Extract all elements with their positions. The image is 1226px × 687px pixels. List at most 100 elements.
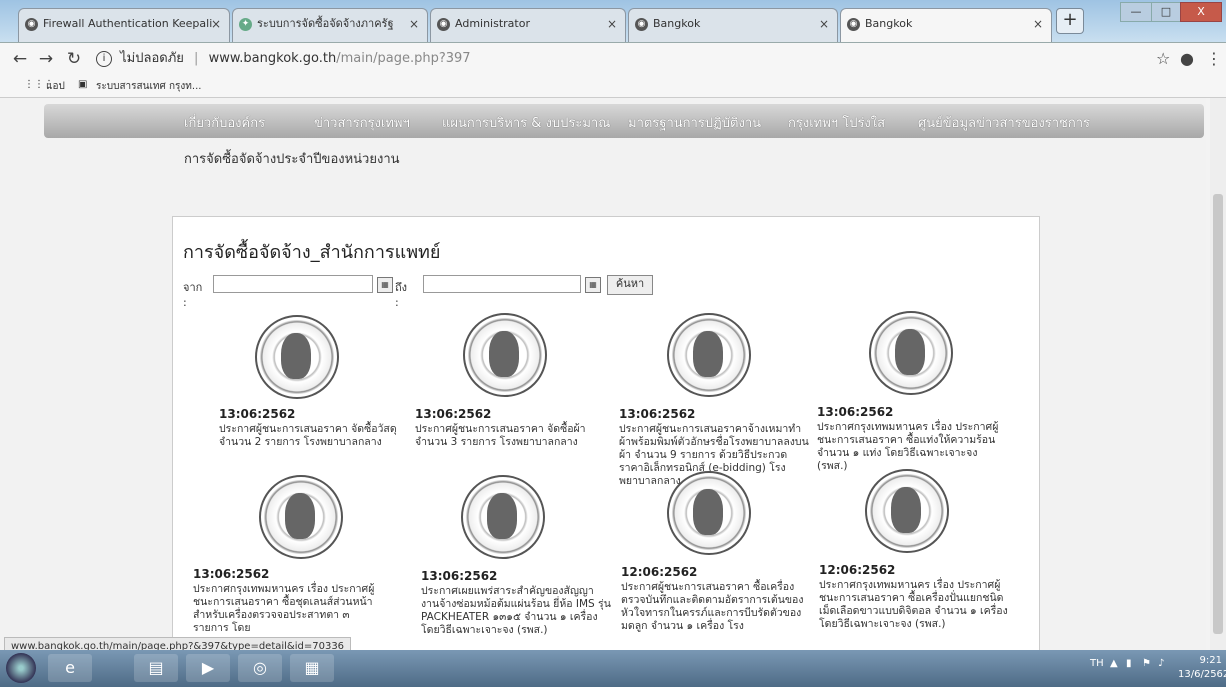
network-icon[interactable]: ▮: [1126, 658, 1132, 669]
main-navigation: เกี่ยวกับองค์กร ข่าวสารกรุงเทพฯ แผนการบร…: [44, 104, 1204, 138]
nav-transparency[interactable]: กรุงเทพฯ โปร่งใส: [788, 112, 885, 133]
address-separator: |: [194, 51, 199, 66]
flag-icon[interactable]: ⚑: [1142, 658, 1151, 669]
tab-title: Firewall Authentication Keepali: [43, 17, 213, 30]
bangkok-seal-icon: [461, 475, 545, 559]
maximize-button[interactable]: □: [1151, 2, 1181, 22]
card-date: 13:06:2562: [415, 407, 492, 421]
tab-procurement[interactable]: ✦ ระบบการจัดซื้อจัดจ้างภาครัฐ ×: [232, 8, 428, 42]
profile-icon[interactable]: ●: [1180, 49, 1194, 68]
tab-bangkok-active[interactable]: ◉ Bangkok ×: [840, 8, 1052, 42]
bookmark-icon: ▣: [78, 79, 88, 90]
to-date-input[interactable]: [423, 275, 581, 293]
close-icon[interactable]: ×: [211, 9, 221, 39]
card-date: 13:06:2562: [619, 407, 696, 421]
close-icon[interactable]: ×: [1033, 9, 1043, 39]
ie-icon[interactable]: e: [48, 654, 92, 682]
card-date: 13:06:2562: [817, 405, 894, 419]
tab-title: Bangkok: [653, 17, 701, 30]
bangkok-seal-icon: [667, 471, 751, 555]
info-icon[interactable]: i: [96, 50, 112, 67]
card-date: 13:06:2562: [421, 569, 498, 583]
scrollbar-thumb[interactable]: [1213, 194, 1223, 634]
panel-title: การจัดซื้อจัดจ้าง_สำนักการแพทย์: [183, 242, 441, 263]
forward-icon[interactable]: →: [36, 49, 56, 69]
to-label: ถึง :: [395, 281, 408, 309]
globe-icon: ◉: [847, 18, 860, 31]
card-text[interactable]: ประกาศผู้ชนะการเสนอราคา จัดซื้อวัสดุ จำน…: [219, 423, 409, 449]
close-icon[interactable]: ×: [819, 9, 829, 39]
address-path: /main/page.php?397: [336, 51, 471, 66]
bangkok-seal-icon: [259, 475, 343, 559]
close-icon[interactable]: ×: [409, 9, 419, 39]
globe-icon: ◉: [25, 18, 38, 31]
nav-plan-budget[interactable]: แผนการบริหาร & งบประมาณ: [442, 112, 610, 133]
security-label: ไม่ปลอดภัย: [120, 51, 184, 66]
procurement-panel: การจัดซื้อจัดจ้าง_สำนักการแพทย์ จาก : ▦ …: [172, 216, 1040, 650]
tab-title: Administrator: [455, 17, 530, 30]
tab-title: Bangkok: [865, 17, 913, 30]
page-content: เกี่ยวกับองค์กร ข่าวสารกรุงเทพฯ แผนการบร…: [0, 98, 1206, 650]
tray-arrow-icon[interactable]: ▲: [1110, 658, 1118, 669]
chrome-icon[interactable]: ◎: [238, 654, 282, 682]
start-button[interactable]: [6, 653, 36, 683]
bangkok-seal-icon: [865, 469, 949, 553]
minimize-button[interactable]: —: [1120, 2, 1152, 22]
explorer-icon[interactable]: ▤: [134, 654, 178, 682]
new-tab-button[interactable]: +: [1056, 8, 1084, 34]
bangkok-seal-icon: [667, 313, 751, 397]
from-date-input[interactable]: [213, 275, 373, 293]
card-date: 13:06:2562: [219, 407, 296, 421]
taskbar: e ▤ ▶ ◎ ▦ TH ▲ ▮ ⚑ ♪ 9:21 13/6/2562: [0, 650, 1226, 687]
page-breadcrumb[interactable]: การจัดซื้อจัดจ้างประจำปีของหน่วยงาน: [184, 148, 400, 169]
bookmark-item[interactable]: ระบบสารสนเทศ กรุงท...: [96, 79, 201, 94]
menu-icon[interactable]: ⋮: [1206, 49, 1222, 68]
media-player-icon[interactable]: ▶: [186, 654, 230, 682]
clock-time: 9:21: [1199, 655, 1222, 666]
calendar-icon[interactable]: ▦: [585, 277, 601, 293]
bangkok-seal-icon: [869, 311, 953, 395]
card-text[interactable]: ประกาศกรุงเทพมหานคร เรื่อง ประกาศผู้ชนะก…: [819, 579, 1009, 631]
card-date: 13:06:2562: [193, 567, 270, 581]
nav-standards[interactable]: มาตรฐานการปฏิบัติงาน: [628, 112, 761, 133]
system-clock[interactable]: 9:21 13/6/2562: [1178, 654, 1226, 682]
bookmarks-bar: ⋮⋮⋮ แอป ▣ ระบบสารสนเทศ กรุงท...: [0, 75, 1226, 98]
gov-icon: ✦: [239, 18, 252, 31]
tab-administrator[interactable]: ◉ Administrator ×: [430, 8, 626, 42]
star-icon[interactable]: ☆: [1156, 49, 1170, 68]
address-bar[interactable]: i ไม่ปลอดภัย | www.bangkok.go.th/main/pa…: [96, 48, 1116, 70]
back-icon[interactable]: ←: [10, 49, 30, 69]
card-text[interactable]: ประกาศผู้ชนะการเสนอราคา จัดซื้อผ้า จำนวน…: [415, 423, 605, 449]
card-text[interactable]: ประกาศเผยแพร่สาระสำคัญของสัญญางานจ้างซ่อ…: [421, 585, 611, 637]
reload-icon[interactable]: ↻: [64, 49, 84, 69]
globe-icon: ◉: [635, 18, 648, 31]
close-icon[interactable]: ×: [607, 9, 617, 39]
card-date: 12:06:2562: [621, 565, 698, 579]
tab-title: ระบบการจัดซื้อจัดจ้างภาครัฐ: [257, 17, 394, 30]
card-text[interactable]: ประกาศกรุงเทพมหานคร เรื่อง ประกาศผู้ชนะก…: [193, 583, 383, 635]
clock-date: 13/6/2562: [1178, 669, 1226, 680]
tab-bangkok-1[interactable]: ◉ Bangkok ×: [628, 8, 838, 42]
close-window-button[interactable]: X: [1180, 2, 1222, 22]
page-scrollbar[interactable]: [1210, 98, 1226, 650]
globe-icon: ◉: [437, 18, 450, 31]
nav-news[interactable]: ข่าวสารกรุงเทพฯ: [314, 112, 410, 133]
address-toolbar: ← → ↻ i ไม่ปลอดภัย | www.bangkok.go.th/m…: [0, 43, 1226, 75]
volume-icon[interactable]: ♪: [1158, 658, 1164, 669]
calendar-icon[interactable]: ▦: [377, 277, 393, 293]
tab-firewall[interactable]: ◉ Firewall Authentication Keepali ×: [18, 8, 230, 42]
word-icon[interactable]: ▦: [290, 654, 334, 682]
search-button[interactable]: ค้นหา: [607, 275, 653, 295]
bangkok-seal-icon: [255, 315, 339, 399]
language-indicator[interactable]: TH: [1090, 658, 1104, 669]
address-domain: www.bangkok.go.th: [208, 51, 337, 66]
bookmark-apps[interactable]: แอป: [46, 79, 65, 94]
card-text[interactable]: ประกาศผู้ชนะการเสนอราคา ซื้อเครื่องตรวจบ…: [621, 581, 811, 633]
card-date: 12:06:2562: [819, 563, 896, 577]
nav-info-center[interactable]: ศูนย์ข้อมูลข่าวสารของราชการ: [918, 112, 1090, 133]
bangkok-seal-icon: [463, 313, 547, 397]
from-label: จาก :: [183, 281, 203, 309]
nav-about[interactable]: เกี่ยวกับองค์กร: [184, 112, 265, 133]
tab-strip: ◉ Firewall Authentication Keepali × ✦ ระ…: [0, 0, 1226, 43]
card-text[interactable]: ประกาศกรุงเทพมหานคร เรื่อง ประกาศผู้ชนะก…: [817, 421, 1007, 473]
